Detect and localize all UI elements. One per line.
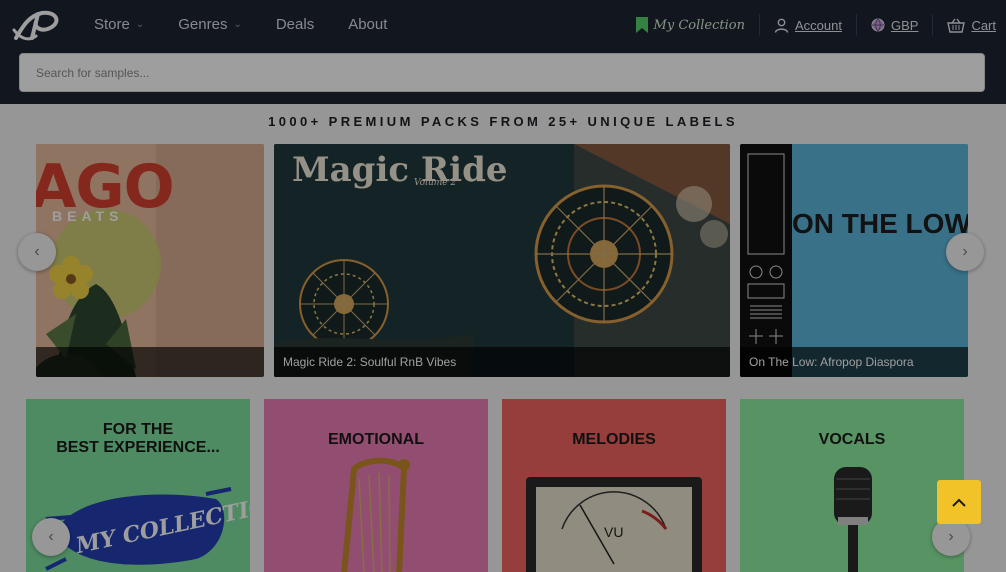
pack-card[interactable]: AGO BEATS (36, 144, 264, 377)
carousel-prev-button[interactable]: ‹ (18, 233, 56, 271)
chevron-down-icon: ⌄ (233, 18, 242, 30)
chevron-up-icon (952, 498, 966, 507)
cover-title: ON THE LOW (792, 208, 968, 239)
pack-caption: On The Low: Afropop Diaspora (740, 347, 968, 377)
chevron-right-icon: › (962, 243, 968, 260)
chevron-down-icon: ⌄ (135, 18, 145, 30)
menu-about[interactable]: About (348, 14, 387, 34)
my-collection-label: My Collection (653, 17, 745, 33)
chevron-right-icon: › (948, 528, 954, 545)
bookmark-icon (635, 17, 648, 33)
menu-deals-label: Deals (275, 15, 315, 33)
menu-about-label: About (348, 15, 388, 33)
microphone-icon (834, 467, 872, 572)
account-link[interactable]: Account (760, 18, 856, 33)
search-input[interactable] (20, 54, 984, 91)
account-label: Account (794, 17, 842, 33)
user-icon (774, 18, 789, 33)
chevron-left-icon: ‹ (48, 528, 54, 545)
chevron-left-icon: ‹ (34, 243, 40, 260)
pack-cover-art (740, 144, 968, 377)
category-tile[interactable]: VOCALS (740, 399, 964, 572)
menu-store[interactable]: Store ⌄ (94, 14, 144, 34)
cart-link[interactable]: Cart (933, 18, 996, 33)
cover-subtitle: BEATS (52, 208, 124, 224)
menu-deals[interactable]: Deals (276, 14, 314, 34)
harp-icon (341, 457, 410, 572)
category-tile[interactable]: MELODIES VU (502, 399, 726, 572)
cover-subtitle: Volume 2 (414, 178, 457, 188)
my-collection-link[interactable]: My Collection (622, 17, 759, 33)
category-tile[interactable]: EMOTIONAL (264, 399, 488, 572)
top-nav: Store ⌄ Genres ⌄ Deals About My Collecti… (0, 0, 1006, 104)
globe-icon (871, 18, 885, 32)
search-bar (19, 53, 985, 92)
menu-genres-label: Genres (178, 15, 228, 33)
section-headline: 1000+ PREMIUM PACKS FROM 25+ UNIQUE LABE… (268, 114, 738, 129)
pack-card[interactable]: Magic Ride Volume 2 Magic Ride 2: Soulfu… (274, 144, 730, 377)
carousel-next-button[interactable]: › (946, 233, 984, 271)
pack-caption: Magic Ride 2: Soulful RnB Vibes (274, 347, 730, 377)
pack-caption (36, 347, 264, 377)
main-menu: Store ⌄ Genres ⌄ Deals About (94, 14, 421, 34)
currency-label: GBP (890, 17, 919, 33)
pack-card[interactable]: ON THE LOW On The Low: Afropop Diaspora (740, 144, 968, 377)
back-to-top-button[interactable] (937, 480, 981, 524)
currency-selector[interactable]: GBP (857, 18, 932, 33)
cart-label: Cart (971, 17, 996, 33)
meter-label: VU (604, 524, 624, 540)
basket-icon (947, 18, 966, 33)
vu-meter-icon (526, 477, 702, 572)
user-nav: My Collection Account GBP Cart (622, 14, 996, 36)
menu-genres[interactable]: Genres ⌄ (178, 14, 242, 34)
site-logo[interactable] (12, 8, 62, 44)
category-prev-button[interactable]: ‹ (32, 518, 70, 556)
menu-store-label: Store (94, 15, 130, 33)
cover-title: Magic Ride (292, 150, 508, 190)
